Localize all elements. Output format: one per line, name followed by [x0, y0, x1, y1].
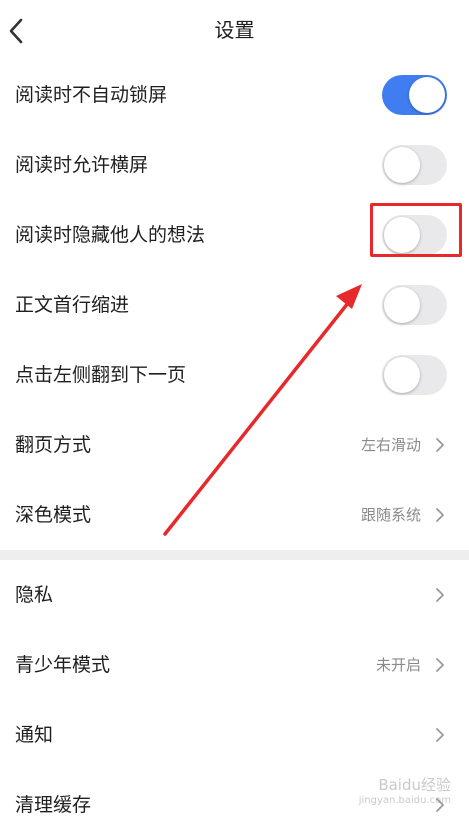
setting-row-no-auto-lock[interactable]: 阅读时不自动锁屏	[0, 60, 469, 130]
setting-row-teen-mode[interactable]: 青少年模式 未开启	[0, 630, 469, 700]
setting-label: 通知	[15, 724, 54, 746]
page-title: 设置	[214, 18, 255, 42]
toggle-knob	[409, 77, 445, 113]
chevron-right-icon	[433, 726, 447, 744]
setting-value: 跟随系统	[360, 506, 421, 524]
watermark-sub: jingyan.baidu.com	[358, 795, 451, 806]
setting-label: 隐私	[15, 584, 54, 606]
toggle-knob	[384, 287, 420, 323]
setting-label: 翻页方式	[15, 434, 92, 456]
setting-row-first-line-indent[interactable]: 正文首行缩进	[0, 270, 469, 340]
chevron-right-icon	[433, 436, 447, 454]
watermark-text: Baidu经验	[378, 776, 451, 794]
setting-label: 点击左侧翻到下一页	[15, 364, 187, 386]
no-auto-lock-toggle[interactable]	[382, 75, 447, 115]
setting-label: 深色模式	[15, 504, 92, 526]
setting-row-notifications[interactable]: 通知	[0, 700, 469, 770]
toggle-knob	[384, 357, 420, 393]
setting-label: 阅读时允许横屏	[15, 154, 149, 176]
chevron-right-icon	[433, 656, 447, 674]
setting-value: 左右滑动	[360, 436, 421, 454]
setting-row-allow-landscape[interactable]: 阅读时允许横屏	[0, 130, 469, 200]
highlight-box	[370, 203, 462, 257]
tap-left-next-page-toggle[interactable]	[382, 355, 447, 395]
allow-landscape-toggle[interactable]	[382, 145, 447, 185]
chevron-right-icon	[433, 506, 447, 524]
setting-row-page-turn-mode[interactable]: 翻页方式 左右滑动	[0, 410, 469, 480]
setting-row-tap-left-next-page[interactable]: 点击左侧翻到下一页	[0, 340, 469, 410]
setting-row-dark-mode[interactable]: 深色模式 跟随系统	[0, 480, 469, 550]
setting-label: 阅读时隐藏他人的想法	[15, 224, 206, 246]
setting-label: 正文首行缩进	[15, 294, 130, 316]
toggle-knob	[384, 147, 420, 183]
setting-label: 清理缓存	[15, 794, 92, 816]
section-divider	[0, 550, 469, 560]
setting-value: 未开启	[375, 656, 421, 674]
chevron-right-icon	[433, 586, 447, 604]
setting-label: 阅读时不自动锁屏	[15, 84, 168, 106]
settings-page: 设置 阅读时不自动锁屏 阅读时允许横屏 阅读时隐藏他人的想法 正文首行缩进 点击…	[0, 0, 469, 820]
setting-row-privacy[interactable]: 隐私	[0, 560, 469, 630]
header: 设置	[0, 0, 469, 60]
setting-label: 青少年模式	[15, 654, 111, 676]
first-line-indent-toggle[interactable]	[382, 285, 447, 325]
watermark: Baidu经验 jingyan.baidu.com	[359, 774, 451, 806]
